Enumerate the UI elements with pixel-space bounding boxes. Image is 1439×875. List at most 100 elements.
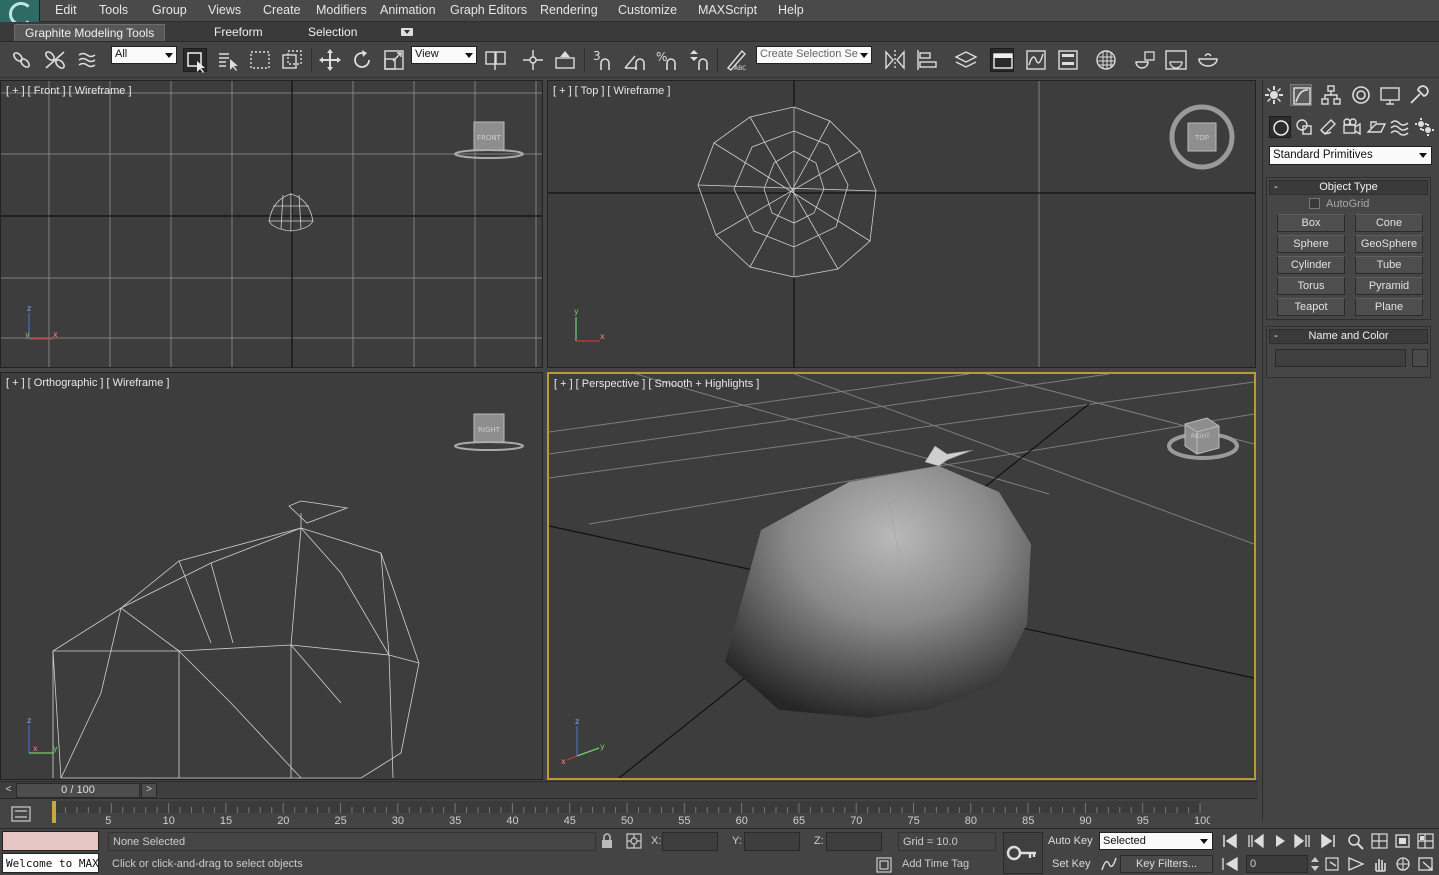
- current-frame-marker[interactable]: [52, 801, 56, 823]
- ribbon-options-icon[interactable]: [401, 28, 413, 36]
- key-mode-select[interactable]: Selected: [1099, 832, 1213, 850]
- select-scale-icon[interactable]: [382, 48, 406, 72]
- shapes-icon[interactable]: [1293, 116, 1315, 138]
- y-coordinate-field[interactable]: [744, 832, 800, 851]
- plane-button[interactable]: Plane: [1355, 298, 1423, 316]
- rendered-frame-icon[interactable]: [1164, 48, 1188, 72]
- selection-filter-select[interactable]: All: [111, 46, 177, 64]
- orthographic-viewport-label[interactable]: [ + ][ Orthographic ][ Wireframe ]: [6, 377, 172, 389]
- maximize-viewport-icon[interactable]: [1416, 855, 1436, 873]
- edit-named-selection-icon[interactable]: ABC: [724, 48, 748, 72]
- time-slider-prev[interactable]: <: [1, 784, 16, 797]
- keyboard-shortcut-override-icon[interactable]: [553, 48, 577, 72]
- go-to-start-icon[interactable]: [1220, 832, 1240, 850]
- previous-frame-icon[interactable]: [1246, 832, 1266, 850]
- maxscript-mini-listener-output[interactable]: [2, 831, 99, 851]
- next-frame-icon[interactable]: [1292, 832, 1312, 850]
- select-move-icon[interactable]: [318, 48, 342, 72]
- current-frame-field[interactable]: 0: [1246, 855, 1308, 873]
- viewcube-right-icon[interactable]: RIGHT: [449, 409, 529, 455]
- auto-key-button[interactable]: Auto Key: [1048, 835, 1093, 847]
- selection-lock-icon[interactable]: [600, 833, 614, 849]
- hierarchy-tab-icon[interactable]: [1320, 84, 1342, 106]
- reference-coordinate-select[interactable]: View: [411, 46, 477, 64]
- zoom-extents-all-icon[interactable]: [1416, 832, 1436, 850]
- box-button[interactable]: Box: [1277, 214, 1345, 232]
- link-icon[interactable]: [10, 48, 34, 72]
- percent-snap-icon[interactable]: %: [655, 48, 679, 72]
- menu-graph-editors[interactable]: Graph Editors: [450, 3, 527, 17]
- perspective-viewport-label[interactable]: [ + ][ Perspective ][ Smooth + Highlight…: [554, 378, 762, 390]
- menu-edit[interactable]: Edit: [55, 3, 77, 17]
- tube-button[interactable]: Tube: [1355, 256, 1423, 274]
- mirror-icon[interactable]: [883, 48, 907, 72]
- add-time-tag-button[interactable]: Add Time Tag: [898, 856, 996, 874]
- teapot-button[interactable]: Teapot: [1277, 298, 1345, 316]
- object-color-swatch[interactable]: [1412, 349, 1428, 367]
- display-tab-icon[interactable]: [1379, 84, 1401, 106]
- application-button-icon[interactable]: [0, 0, 40, 26]
- x-coordinate-field[interactable]: [662, 832, 718, 851]
- menu-rendering[interactable]: Rendering: [540, 3, 598, 17]
- window-crossing-icon[interactable]: [280, 48, 304, 72]
- menu-help[interactable]: Help: [778, 3, 804, 17]
- layer-manager-icon[interactable]: [954, 48, 978, 72]
- viewcube-perspective-icon[interactable]: RIGHT: [1163, 404, 1243, 466]
- create-tab-icon[interactable]: [1263, 84, 1285, 106]
- maxscript-mini-listener[interactable]: Welcome to MAXScript.: [2, 853, 99, 873]
- mini-curve-editor-icon[interactable]: [10, 805, 32, 823]
- play-animation-icon[interactable]: [1270, 832, 1290, 850]
- rectangular-region-icon[interactable]: [248, 48, 272, 72]
- menu-create[interactable]: Create: [263, 3, 301, 17]
- geometry-icon[interactable]: [1269, 116, 1291, 138]
- manipulate-icon[interactable]: [521, 48, 545, 72]
- menu-maxscript[interactable]: MAXScript: [698, 3, 757, 17]
- set-key-button[interactable]: Set Key: [1052, 858, 1091, 870]
- viewport-perspective[interactable]: z y x [ + ][ Perspective ][ Smooth + Hig…: [547, 372, 1256, 780]
- zoom-all-icon[interactable]: [1370, 832, 1390, 850]
- viewport-orthographic[interactable]: z y x [ + ][ Orthographic ][ Wireframe ]…: [0, 372, 543, 780]
- time-slider-thumb[interactable]: 0 / 100: [16, 783, 140, 798]
- frame-spinner-icon[interactable]: [1310, 855, 1320, 873]
- top-viewport-label[interactable]: [ + ][ Top ][ Wireframe ]: [553, 85, 673, 97]
- set-keys-key-icon[interactable]: [1003, 832, 1043, 874]
- zoom-extents-icon[interactable]: [1393, 832, 1413, 850]
- modify-tab-icon[interactable]: [1290, 84, 1312, 106]
- field-of-view-cone-icon[interactable]: [1346, 855, 1366, 873]
- viewport-front[interactable]: z x y [ + ][ Front ][ Wireframe ] FRONT: [0, 80, 543, 368]
- space-warps-icon[interactable]: [1389, 116, 1411, 138]
- menu-tools[interactable]: Tools: [99, 3, 128, 17]
- render-production-icon[interactable]: [1196, 48, 1220, 72]
- sphere-button[interactable]: Sphere: [1277, 235, 1345, 253]
- time-tag-icon[interactable]: [876, 857, 892, 873]
- z-coordinate-field[interactable]: [826, 832, 882, 851]
- track-bar[interactable]: 5 10 15 20 25 30 35 40 45 50 55 60 65 70 75 80 85 90 95 100: [0, 798, 1258, 828]
- autogrid-checkbox-box[interactable]: [1309, 198, 1320, 209]
- orbit-icon[interactable]: [1393, 855, 1413, 873]
- zoom-icon[interactable]: [1346, 832, 1366, 850]
- time-slider-next[interactable]: >: [141, 783, 157, 798]
- field-of-view-icon[interactable]: [1324, 855, 1344, 873]
- systems-icon[interactable]: [1413, 116, 1435, 138]
- tab-graphite-modeling-tools[interactable]: Graphite Modeling Tools: [14, 24, 166, 41]
- key-filters-button[interactable]: Key Filters...: [1120, 855, 1213, 873]
- motion-tab-icon[interactable]: [1350, 84, 1372, 106]
- object-name-field[interactable]: [1275, 349, 1406, 367]
- align-icon[interactable]: [915, 48, 939, 72]
- lights-icon[interactable]: [1317, 116, 1339, 138]
- schematic-view-icon[interactable]: [1056, 48, 1080, 72]
- select-object-icon[interactable]: [183, 48, 207, 73]
- tab-freeform[interactable]: Freeform: [204, 24, 273, 41]
- cone-button[interactable]: Cone: [1355, 214, 1423, 232]
- menu-group[interactable]: Group: [152, 3, 187, 17]
- named-selection-set-select[interactable]: Create Selection Se: [756, 46, 872, 64]
- menu-modifiers[interactable]: Modifiers: [316, 3, 367, 17]
- tab-selection[interactable]: Selection: [298, 24, 367, 41]
- select-rotate-icon[interactable]: [350, 48, 374, 72]
- autogrid-checkbox[interactable]: AutoGrid: [1309, 198, 1369, 210]
- menu-views[interactable]: Views: [208, 3, 241, 17]
- geosphere-button[interactable]: GeoSphere: [1355, 235, 1423, 253]
- cylinder-button[interactable]: Cylinder: [1277, 256, 1345, 274]
- primitive-category-select[interactable]: Standard Primitives: [1269, 146, 1432, 165]
- helpers-icon[interactable]: [1365, 116, 1387, 138]
